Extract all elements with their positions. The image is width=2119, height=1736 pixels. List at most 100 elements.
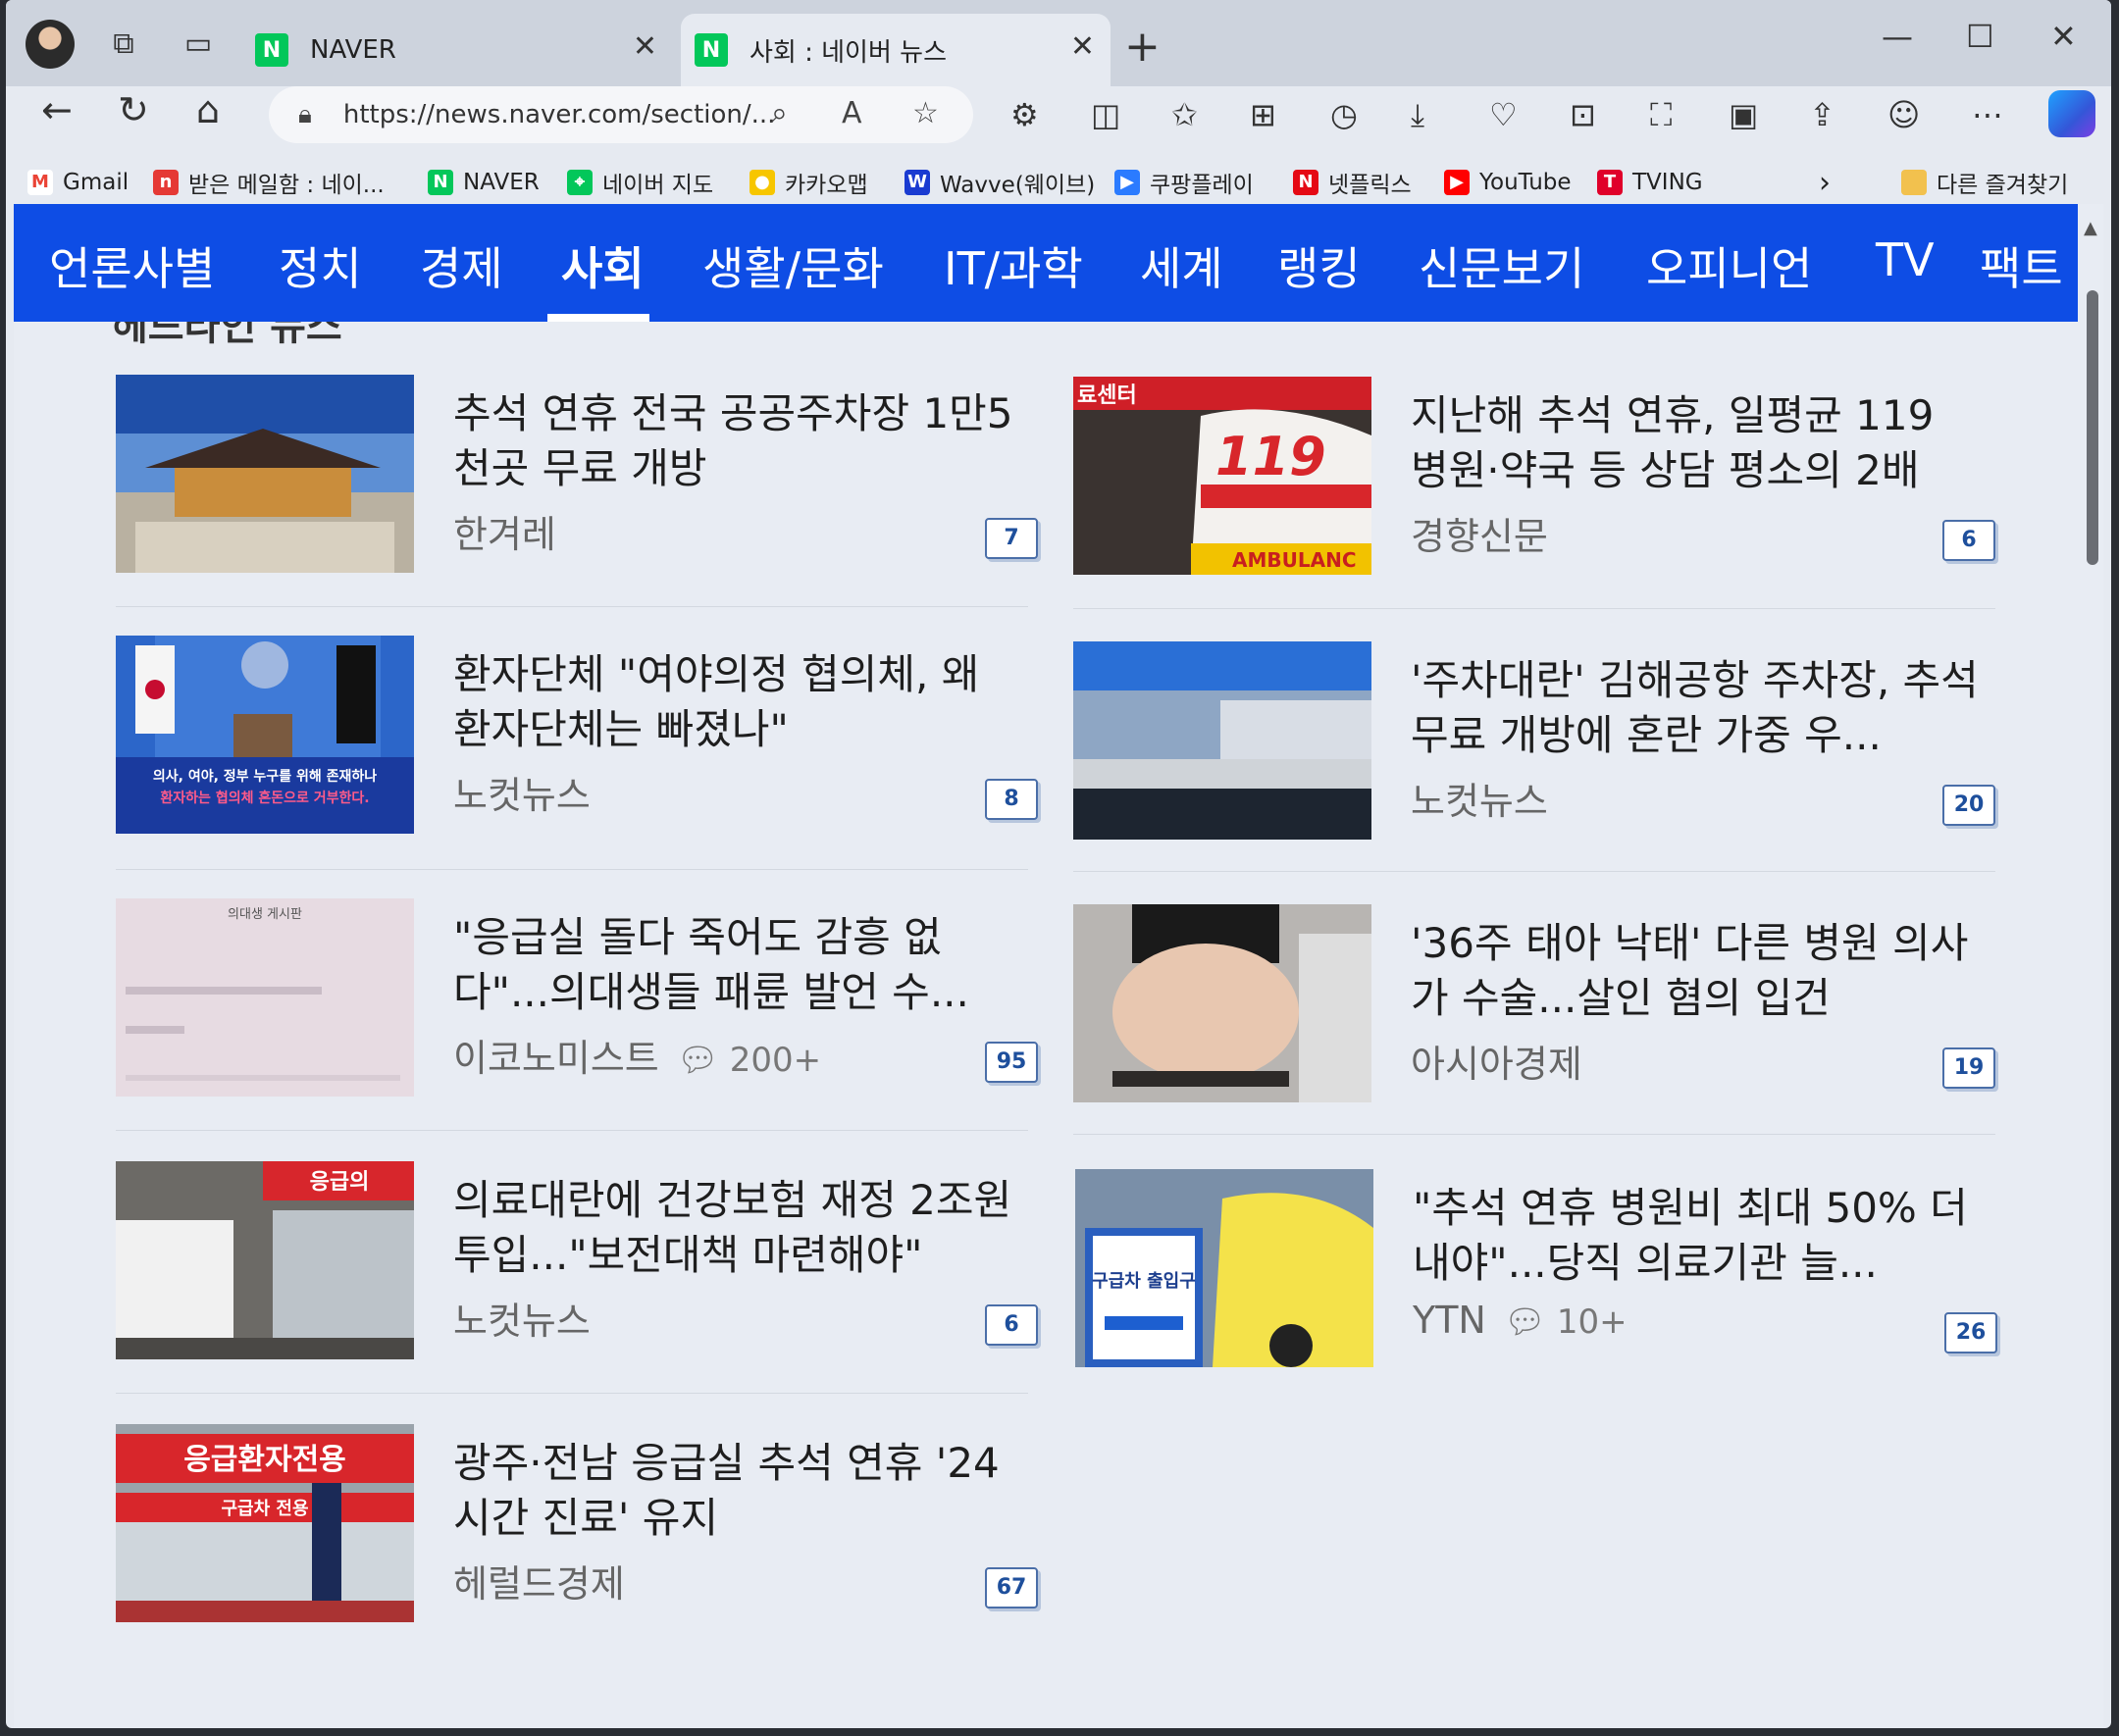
- related-count-badge[interactable]: 20: [1942, 785, 1995, 826]
- bookmark-naver[interactable]: N NAVER: [428, 155, 540, 210]
- bookmark-kakaomap[interactable]: ● 카카오맵: [749, 155, 868, 210]
- nav-item-newspaper[interactable]: 신문보기: [1419, 233, 1584, 298]
- press-name[interactable]: 아시아경제: [1411, 1034, 1582, 1088]
- press-name[interactable]: 이코노미스트 💬︎ 200+: [453, 1028, 821, 1082]
- article-thumbnail[interactable]: 응급환자전용 구급차 전용: [116, 1424, 414, 1622]
- nav-item-world[interactable]: 세계: [1140, 233, 1223, 298]
- nav-item-life-culture[interactable]: 생활/문화: [702, 233, 884, 298]
- refresh-icon[interactable]: ↻: [118, 88, 149, 131]
- related-count-badge[interactable]: 6: [1942, 520, 1995, 561]
- close-window-button[interactable]: ✕: [2050, 18, 2077, 55]
- health-icon[interactable]: ♡: [1489, 96, 1518, 133]
- comment-count[interactable]: 💬︎ 200+: [677, 1041, 821, 1080]
- related-count-badge[interactable]: 26: [1944, 1312, 1997, 1353]
- bookmark-coupangplay[interactable]: ▶ 쿠팡플레이: [1114, 155, 1254, 210]
- press-name[interactable]: 경향신문: [1411, 506, 1548, 560]
- maximize-button[interactable]: ☐: [1966, 18, 1994, 55]
- article-title[interactable]: "추석 연휴 병원비 최대 50% 더 내야"...당직 의료기관 늘...: [1413, 1181, 1982, 1291]
- downloads-icon[interactable]: ⤓: [1411, 96, 1424, 134]
- article-thumbnail[interactable]: 구급차 출입구: [1075, 1169, 1373, 1367]
- press-name[interactable]: 헤럴드경제: [453, 1554, 625, 1608]
- press-name[interactable]: 노컷뉴스: [453, 1291, 591, 1345]
- history-icon[interactable]: ◷: [1330, 96, 1358, 133]
- related-count-badge[interactable]: 6: [985, 1304, 1038, 1346]
- article-title[interactable]: 지난해 추석 연휴, 일평균 119 병원·약국 등 상담 평소의 2배: [1411, 388, 1980, 498]
- copilot-icon[interactable]: [2048, 90, 2095, 137]
- article-title[interactable]: 광주·전남 응급실 추석 연휴 '24시간 진료' 유지: [453, 1436, 1022, 1546]
- related-count-badge[interactable]: 95: [985, 1042, 1038, 1083]
- nav-item-press[interactable]: 언론사별: [49, 233, 215, 298]
- close-tab-icon[interactable]: ✕: [1070, 29, 1095, 64]
- article-thumbnail[interactable]: 료센터 119 AMBULANC: [1073, 377, 1371, 575]
- article-title[interactable]: "응급실 돌다 죽어도 감흥 없다"...의대생들 패륜 발언 수...: [453, 910, 1022, 1020]
- nav-item-factcheck[interactable]: 팩트: [1980, 233, 2063, 298]
- article-thumbnail[interactable]: [1073, 904, 1371, 1102]
- article-thumbnail[interactable]: 응급의: [116, 1161, 414, 1359]
- workspaces-icon[interactable]: ⧉: [104, 24, 143, 63]
- comment-count[interactable]: 💬︎ 10+: [1504, 1302, 1628, 1342]
- nav-item-opinion[interactable]: 오피니언: [1646, 233, 1812, 298]
- related-count-badge[interactable]: 19: [1942, 1047, 1995, 1089]
- article-title[interactable]: 환자단체 "여야의정 협의체, 왜 환자단체는 빠졌나": [453, 647, 1022, 757]
- vertical-tabs-icon[interactable]: ▭: [179, 24, 218, 63]
- article-title[interactable]: 의료대란에 건강보험 재정 2조원 투입..."보전대책 마련해야": [453, 1173, 1022, 1283]
- nav-item-society[interactable]: 사회: [561, 233, 645, 298]
- article-thumbnail[interactable]: 의대생 게시판: [116, 898, 414, 1097]
- related-count-badge[interactable]: 67: [985, 1567, 1038, 1608]
- news-item[interactable]: '주차대란' 김해공항 주차장, 추석 무료 개방에 혼란 가중 우... 노컷…: [1073, 641, 2005, 847]
- news-item[interactable]: 구급차 출입구 "추석 연휴 병원비 최대 50% 더 내야"...당직 의료기…: [1075, 1169, 2007, 1375]
- bookmark-naver-mail[interactable]: n 받은 메일함 : 네이...: [153, 155, 385, 210]
- article-thumbnail[interactable]: 의사, 여야, 정부 누구를 위해 존재하나 환자하는 협의체 혼돈으로 거부한…: [116, 636, 414, 834]
- related-count-badge[interactable]: 8: [985, 779, 1038, 820]
- bookmark-youtube[interactable]: ▶ YouTube: [1444, 155, 1572, 210]
- minimize-button[interactable]: —: [1882, 18, 1913, 55]
- feedback-icon[interactable]: ☺: [1887, 96, 1920, 133]
- collections-icon[interactable]: ⊞: [1250, 96, 1276, 133]
- article-title[interactable]: '주차대란' 김해공항 주차장, 추석 무료 개방에 혼란 가중 우...: [1411, 653, 1980, 763]
- scrollbar-thumb[interactable]: [2087, 290, 2098, 565]
- news-item[interactable]: 응급의 의료대란에 건강보험 재정 2조원 투입..."보전대책 마련해야" 노…: [116, 1161, 1048, 1367]
- nav-item-ranking[interactable]: 랭킹: [1277, 233, 1361, 298]
- zoom-icon[interactable]: ⌕: [771, 96, 788, 130]
- back-icon[interactable]: ←: [41, 88, 73, 131]
- share-icon[interactable]: ⇪: [1809, 96, 1835, 133]
- nav-item-economy[interactable]: 경제: [420, 233, 503, 298]
- press-name[interactable]: 노컷뉴스: [1411, 771, 1548, 825]
- page-scrollbar[interactable]: ▲: [2080, 204, 2103, 1728]
- article-title[interactable]: 추석 연휴 전국 공공주차장 1만5천곳 무료 개방: [453, 386, 1022, 496]
- screenshot-icon[interactable]: ⛶: [1650, 96, 1672, 134]
- new-tab-button[interactable]: +: [1124, 22, 1161, 72]
- news-item[interactable]: 료센터 119 AMBULANC 지난해 추석 연휴, 일평균 119 병원·약…: [1073, 377, 2005, 583]
- favorites-icon[interactable]: ✩: [1171, 96, 1198, 133]
- split-screen-icon[interactable]: ◫: [1091, 96, 1120, 133]
- apps-icon[interactable]: ⊡: [1570, 96, 1596, 133]
- bookmark-gmail[interactable]: M Gmail: [27, 155, 129, 210]
- nav-item-tv[interactable]: TV: [1876, 233, 1935, 286]
- article-thumbnail[interactable]: [1073, 641, 1371, 840]
- bookmark-wavve[interactable]: W Wavve(웨이브): [904, 155, 1095, 210]
- profile-avatar[interactable]: [26, 20, 75, 69]
- bookmark-netflix[interactable]: N 넷플릭스: [1293, 155, 1412, 210]
- lock-icon[interactable]: 🔒︎: [298, 100, 312, 130]
- press-name[interactable]: 노컷뉴스: [453, 765, 591, 819]
- news-item[interactable]: 응급환자전용 구급차 전용 광주·전남 응급실 추석 연휴 '24시간 진료' …: [116, 1424, 1048, 1630]
- bookmark-tving[interactable]: T TVING: [1597, 155, 1703, 210]
- article-title[interactable]: '36주 태아 낙태' 다른 병원 의사가 수술...살인 혐의 입건: [1411, 916, 1980, 1026]
- tab-naver-news-society[interactable]: N 사회 : 네이버 뉴스 ✕: [681, 14, 1111, 86]
- nav-item-it-science[interactable]: IT/과학: [944, 233, 1083, 298]
- scroll-up-arrow-icon[interactable]: ▲: [2084, 218, 2097, 238]
- news-item[interactable]: 의사, 여야, 정부 누구를 위해 존재하나 환자하는 협의체 혼돈으로 거부한…: [116, 636, 1048, 842]
- address-url[interactable]: https://news.naver.com/section/...: [343, 100, 776, 129]
- bookmark-other-folder[interactable]: ■ 다른 즐겨찾기: [1901, 155, 2068, 210]
- home-icon[interactable]: ⌂: [196, 88, 220, 131]
- address-bar[interactable]: 🔒︎ https://news.naver.com/section/... ⌕ …: [269, 86, 973, 143]
- article-thumbnail[interactable]: [116, 375, 414, 573]
- nav-item-politics[interactable]: 정치: [279, 233, 362, 298]
- close-tab-icon[interactable]: ✕: [633, 29, 657, 64]
- bookmark-naver-map[interactable]: ⌖ 네이버 지도: [567, 155, 713, 210]
- extensions-icon[interactable]: ⚙: [1010, 96, 1039, 133]
- related-count-badge[interactable]: 7: [985, 518, 1038, 559]
- press-name[interactable]: YTN 💬︎ 10+: [1413, 1299, 1628, 1342]
- news-item[interactable]: 의대생 게시판 "응급실 돌다 죽어도 감흥 없다"...의대생들 패륜 발언 …: [116, 898, 1048, 1104]
- news-item[interactable]: '36주 태아 낙태' 다른 병원 의사가 수술...살인 혐의 입건 아시아경…: [1073, 904, 2005, 1110]
